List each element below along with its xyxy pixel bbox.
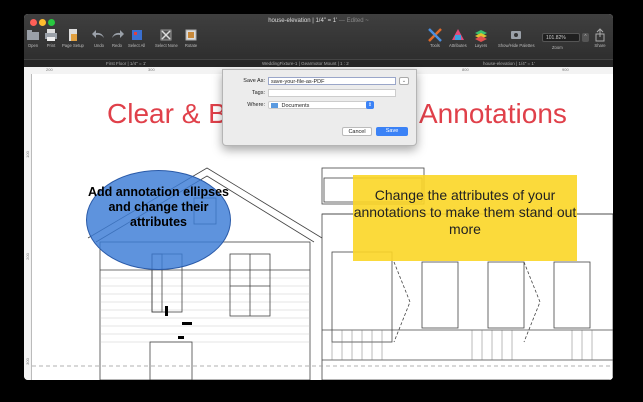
ruler-mark: 900 xyxy=(562,67,569,72)
layers-icon xyxy=(475,30,487,42)
toolbar-undo-label: Undo xyxy=(93,43,104,48)
page-setup-icon xyxy=(68,29,77,41)
open-icon xyxy=(27,30,39,40)
ruler-mark: 300 xyxy=(148,67,155,72)
zoom-field[interactable]: 101.82% xyxy=(542,33,580,42)
chevron-updown-icon[interactable]: ⇕ xyxy=(366,101,374,109)
ruler-mark: 200 xyxy=(24,253,30,260)
zoom-stepper[interactable]: ⌃ xyxy=(582,33,589,42)
expand-dialog-button[interactable]: ⌄ xyxy=(399,77,409,85)
palettes-icon xyxy=(511,31,522,39)
save-as-label: Save As: xyxy=(243,78,265,84)
toolbar-layers-label: Layers xyxy=(474,43,488,48)
redo-icon xyxy=(112,30,124,38)
toolbar-select-all-button[interactable]: Select All xyxy=(128,28,145,48)
annotation-ellipse[interactable]: Add annotation ellipses and change their… xyxy=(86,170,231,270)
toolbar-page-setup-button[interactable]: Page Setup xyxy=(62,28,84,48)
where-label: Where: xyxy=(247,102,265,108)
tools-icon xyxy=(428,28,442,42)
toolbar-zoom-label-wrap: Zoom xyxy=(552,45,563,50)
undo-icon xyxy=(92,30,104,38)
toolbar-zoom-label: Zoom xyxy=(552,45,563,50)
toolbar-attributes-label: Attributes xyxy=(449,43,467,48)
ruler-mark: 800 xyxy=(462,67,469,72)
rotate-icon xyxy=(185,29,197,41)
toolbar-print-button[interactable]: Print xyxy=(44,28,58,48)
vertical-ruler: 100 200 300 xyxy=(24,74,32,380)
toolbar-page-setup-label: Page Setup xyxy=(62,43,84,48)
toolbar-select-none-button[interactable]: Select None xyxy=(155,28,178,48)
toolbar-undo-button[interactable]: Undo xyxy=(92,28,106,48)
save-button[interactable]: Save xyxy=(376,127,408,136)
save-as-field[interactable]: save-your-file-as-PDF xyxy=(268,77,396,85)
toolbar-tools-label: Tools xyxy=(430,43,440,48)
toolbar-rotate-button[interactable]: Rotate xyxy=(184,28,198,48)
cancel-button[interactable]: Cancel xyxy=(342,127,372,136)
select-all-icon xyxy=(131,30,142,40)
toolbar-open-label: Open xyxy=(27,43,39,48)
toolbar-select-none-label: Select None xyxy=(155,43,178,48)
document-title: house-elevation | 1/4" = 1' xyxy=(268,18,338,24)
where-select[interactable]: Documents xyxy=(268,101,374,109)
toolbar-tools-button[interactable]: Tools xyxy=(428,28,442,48)
where-value: Documents xyxy=(281,103,310,109)
toolbar-print-label: Print xyxy=(46,43,56,48)
save-as-value: save-your-file-as-PDF xyxy=(271,79,325,85)
share-icon xyxy=(595,28,605,42)
toolbar-palettes-label: Show/Hide Palettes xyxy=(498,43,535,48)
tags-field[interactable] xyxy=(268,89,396,97)
toolbar: house-elevation | 1/4" = 1' — Edited ~ O… xyxy=(24,14,613,59)
toolbar-select-all-label: Select All xyxy=(128,43,146,48)
print-icon xyxy=(45,29,57,41)
toolbar-redo-label: Redo xyxy=(111,43,122,48)
edited-indicator[interactable]: — Edited ~ xyxy=(339,18,369,24)
headline-left[interactable]: Clear & B xyxy=(107,98,227,130)
annotation-box-text: Change the attributes of your annotation… xyxy=(353,187,577,237)
toolbar-share-button[interactable]: Share xyxy=(593,28,607,48)
toolbar-rotate-label: Rotate xyxy=(184,43,198,48)
toolbar-redo-button[interactable]: Redo xyxy=(110,28,124,48)
attributes-icon xyxy=(451,29,464,40)
toolbar-palettes-button[interactable]: Show/Hide Palettes xyxy=(498,28,535,48)
app-window: house-elevation | 1/4" = 1' — Edited ~ O… xyxy=(24,14,613,380)
save-dialog: Save As: save-your-file-as-PDF ⌄ Tags: W… xyxy=(222,69,417,146)
annotation-box[interactable]: Change the attributes of your annotation… xyxy=(353,175,577,261)
select-none-icon xyxy=(160,29,172,41)
headline-right[interactable]: Annotations xyxy=(419,98,567,130)
window-title: house-elevation | 1/4" = 1' — Edited ~ xyxy=(24,18,613,24)
toolbar-open-button[interactable]: Open xyxy=(26,28,40,48)
ruler-mark: 300 xyxy=(24,358,30,365)
ruler-mark: 100 xyxy=(24,151,30,158)
toolbar-attributes-button[interactable]: Attributes xyxy=(449,28,467,48)
folder-icon xyxy=(271,103,278,109)
toolbar-share-label: Share xyxy=(594,43,606,48)
ruler-mark: 200 xyxy=(46,67,53,72)
tags-label: Tags: xyxy=(251,90,265,96)
zoom-value: 101.82% xyxy=(546,35,566,41)
toolbar-layers-button[interactable]: Layers xyxy=(474,28,488,48)
annotation-ellipse-text: Add annotation ellipses and change their… xyxy=(88,185,229,229)
